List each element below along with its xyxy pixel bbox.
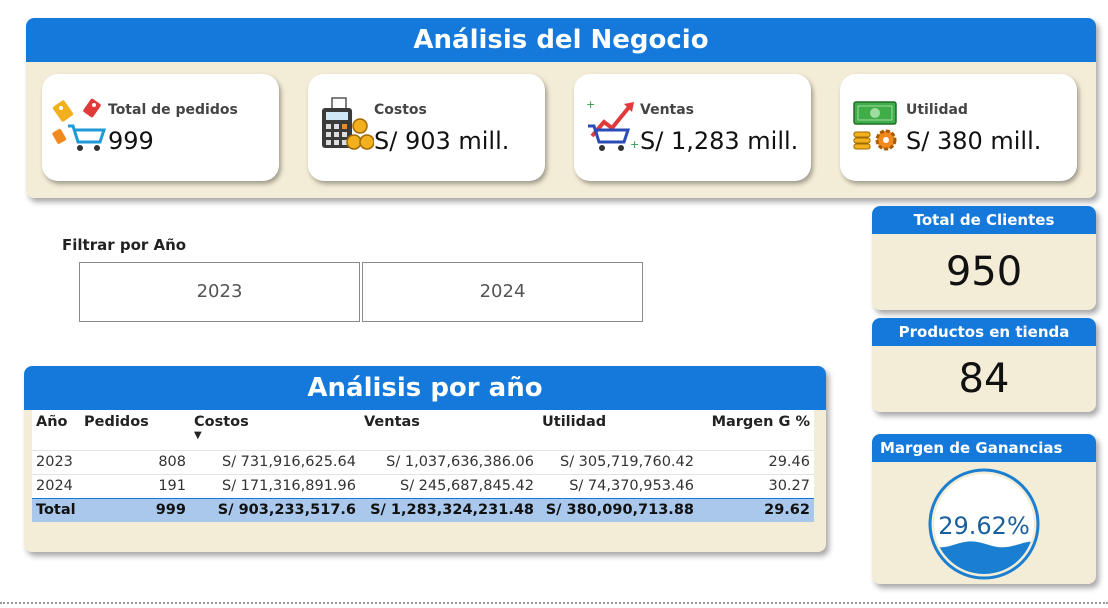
kpi-value: 999 xyxy=(108,127,154,155)
column-header-year[interactable]: Año xyxy=(32,410,80,450)
cell-total-label: Total xyxy=(32,497,80,522)
kpi-card-sales: + + Ventas S/ 1,283 mill. xyxy=(574,74,811,181)
cell-year: 2023 xyxy=(32,449,80,474)
column-header-orders[interactable]: Pedidos xyxy=(80,410,190,450)
card-title: Margen de Ganancias xyxy=(872,434,1096,462)
kpi-label: Ventas xyxy=(640,102,695,118)
analysis-table: Año Pedidos Costos ▼ Ventas Utilidad Mar… xyxy=(32,410,814,522)
shopping-cart-tags-icon xyxy=(52,98,107,151)
analysis-by-year-panel: Análisis por año Año Pedidos Costos ▼ Ve… xyxy=(24,366,826,552)
column-header-profit[interactable]: Utilidad xyxy=(538,410,698,450)
cart-growth-icon: + + xyxy=(586,98,639,151)
svg-text:+: + xyxy=(586,98,595,111)
year-filter-2023-button[interactable]: 2023 xyxy=(79,262,360,322)
sort-descending-icon: ▼ xyxy=(194,430,202,441)
cell-sales: S/ 245,687,845.42 xyxy=(360,473,538,498)
kpi-label: Utilidad xyxy=(906,102,968,118)
products-in-store-value: 84 xyxy=(958,356,1010,402)
cell-total-profit: S/ 380,090,713.88 xyxy=(538,497,698,522)
column-header-margin[interactable]: Margen G % xyxy=(698,410,814,450)
calculator-coins-icon xyxy=(322,97,374,150)
cell-costs: S/ 731,916,625.64 xyxy=(190,449,360,474)
cell-profit: S/ 74,370,953.46 xyxy=(538,473,698,498)
cell-costs: S/ 171,316,891.96 xyxy=(190,473,360,498)
cell-margin: 30.27 xyxy=(698,473,814,498)
kpi-value: S/ 903 mill. xyxy=(374,127,510,155)
cell-margin: 29.46 xyxy=(698,449,814,474)
gauge-value-label: 29.62% xyxy=(938,512,1030,540)
cell-total-costs: S/ 903,233,517.6 xyxy=(190,497,360,522)
card-title: Total de Clientes xyxy=(872,206,1096,234)
cell-profit: S/ 305,719,760.42 xyxy=(538,449,698,474)
money-gear-icon xyxy=(853,101,897,151)
kpi-label: Total de pedidos xyxy=(108,102,238,118)
products-in-store-card: Productos en tienda 84 xyxy=(872,318,1096,412)
kpi-card-costs: Costos S/ 903 mill. xyxy=(308,74,545,181)
cell-total-sales: S/ 1,283,324,231.48 xyxy=(360,497,538,522)
cell-year: 2024 xyxy=(32,473,80,498)
kpi-value: S/ 1,283 mill. xyxy=(640,127,799,155)
cell-total-orders: 999 xyxy=(80,497,190,522)
profit-margin-liquid-gauge: 29.62% xyxy=(928,468,1040,580)
column-header-label: Costos xyxy=(194,414,249,430)
analysis-table-container: Año Pedidos Costos ▼ Ventas Utilidad Mar… xyxy=(32,410,814,522)
total-clients-value: 950 xyxy=(945,249,1023,295)
table-row: 2024 191 S/ 171,316,891.96 S/ 245,687,84… xyxy=(32,473,814,498)
page-bottom-divider xyxy=(0,602,1108,604)
svg-text:+: + xyxy=(630,138,639,151)
table-header-row: Año Pedidos Costos ▼ Ventas Utilidad Mar… xyxy=(32,410,814,450)
panel-title: Análisis por año xyxy=(24,366,826,410)
total-clients-card: Total de Clientes 950 xyxy=(872,206,1096,310)
profit-margin-card: Margen de Ganancias 29.62% xyxy=(872,434,1096,584)
column-header-costs[interactable]: Costos ▼ xyxy=(190,410,360,450)
kpi-value: S/ 380 mill. xyxy=(906,127,1042,155)
year-filter-2024-button[interactable]: 2024 xyxy=(362,262,643,322)
panel-title: Análisis del Negocio xyxy=(26,18,1096,62)
business-analysis-panel: Análisis del Negocio Total de pedidos 99… xyxy=(26,18,1096,198)
kpi-card-orders: Total de pedidos 999 xyxy=(42,74,279,181)
year-filter-title: Filtrar por Año xyxy=(62,236,187,254)
cell-total-margin: 29.62 xyxy=(698,497,814,522)
table-total-row: Total 999 S/ 903,233,517.6 S/ 1,283,324,… xyxy=(32,497,814,522)
table-row: 2023 808 S/ 731,916,625.64 S/ 1,037,636,… xyxy=(32,449,814,474)
cell-sales: S/ 1,037,636,386.06 xyxy=(360,449,538,474)
cell-orders: 808 xyxy=(80,449,190,474)
cell-orders: 191 xyxy=(80,473,190,498)
kpi-card-profit: Utilidad S/ 380 mill. xyxy=(840,74,1077,181)
column-header-sales[interactable]: Ventas xyxy=(360,410,538,450)
kpi-label: Costos xyxy=(374,102,427,118)
card-title: Productos en tienda xyxy=(872,318,1096,346)
